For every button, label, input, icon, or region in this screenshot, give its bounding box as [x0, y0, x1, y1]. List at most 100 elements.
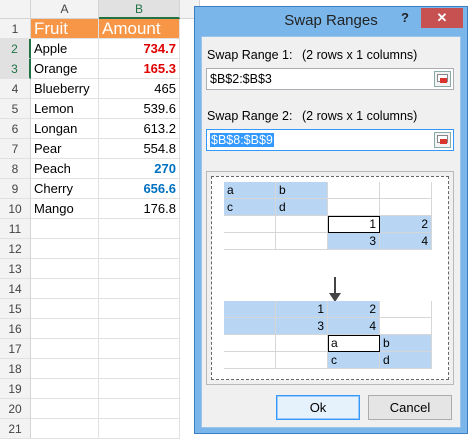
- fruit-cell[interactable]: Pear: [31, 139, 99, 159]
- row-header[interactable]: 16: [0, 319, 31, 339]
- row-header[interactable]: 7: [0, 139, 31, 159]
- amount-cell[interactable]: 554.8: [99, 139, 180, 159]
- column-header-a[interactable]: A: [31, 0, 99, 19]
- help-button[interactable]: ?: [401, 10, 409, 25]
- select-all-corner[interactable]: [0, 0, 31, 19]
- dialog-body: Swap Range 1: (2 rows x 1 columns) $B$2:…: [201, 36, 461, 428]
- fruit-cell[interactable]: Lemon: [31, 99, 99, 119]
- amount-cell[interactable]: 613.2: [99, 119, 180, 139]
- empty-cell[interactable]: [99, 379, 180, 399]
- range1-value: $B$2:$B$3: [210, 72, 272, 86]
- range2-label: Swap Range 2:: [207, 109, 293, 123]
- amount-cell[interactable]: 734.7: [99, 39, 180, 59]
- preview-cell: [224, 318, 276, 335]
- range2-info: (2 rows x 1 columns): [302, 109, 418, 123]
- row-header[interactable]: 4: [0, 79, 31, 99]
- range2-value: $B$8:$B$9: [210, 133, 274, 147]
- row-header[interactable]: 3: [0, 59, 31, 79]
- empty-cell[interactable]: [99, 359, 180, 379]
- range1-info: (2 rows x 1 columns): [302, 48, 418, 62]
- preview-cell: 1: [328, 216, 380, 233]
- preview-cell: [380, 301, 432, 318]
- empty-cell[interactable]: [31, 419, 99, 439]
- preview-cell: d: [276, 199, 328, 216]
- preview-cell: 3: [276, 318, 328, 335]
- row-header[interactable]: 21: [0, 419, 31, 439]
- ok-button[interactable]: Ok: [276, 395, 360, 420]
- row-header[interactable]: 19: [0, 379, 31, 399]
- amount-cell[interactable]: 270: [99, 159, 180, 179]
- amount-cell[interactable]: 539.6: [99, 99, 180, 119]
- empty-cell[interactable]: [99, 319, 180, 339]
- close-button[interactable]: ✕: [421, 8, 463, 28]
- swap-preview: abcd1234 1234abcd: [206, 171, 454, 385]
- amount-cell[interactable]: 465: [99, 79, 180, 99]
- empty-cell[interactable]: [99, 299, 180, 319]
- range1-select-icon[interactable]: [434, 71, 451, 87]
- amount-cell[interactable]: 656.6: [99, 179, 180, 199]
- column-header-b[interactable]: B: [99, 0, 180, 19]
- cell-a1[interactable]: Fruit: [31, 19, 99, 39]
- preview-cell: [276, 335, 328, 352]
- fruit-cell[interactable]: Blueberry: [31, 79, 99, 99]
- fruit-cell[interactable]: Cherry: [31, 179, 99, 199]
- cancel-button[interactable]: Cancel: [368, 395, 452, 420]
- range2-select-icon[interactable]: [434, 132, 451, 148]
- empty-cell[interactable]: [31, 219, 99, 239]
- row-header[interactable]: 20: [0, 399, 31, 419]
- empty-cell[interactable]: [31, 399, 99, 419]
- preview-cell: b: [380, 335, 432, 352]
- empty-cell[interactable]: [31, 279, 99, 299]
- row-header[interactable]: 14: [0, 279, 31, 299]
- fruit-cell[interactable]: Mango: [31, 199, 99, 219]
- row-header[interactable]: 12: [0, 239, 31, 259]
- preview-cell: 4: [328, 318, 380, 335]
- preview-cell: [224, 216, 276, 233]
- row-header[interactable]: 17: [0, 339, 31, 359]
- fruit-cell[interactable]: Apple: [31, 39, 99, 59]
- preview-frame: abcd1234 1234abcd: [211, 176, 449, 380]
- empty-cell[interactable]: [31, 339, 99, 359]
- row-header[interactable]: 2: [0, 39, 31, 59]
- empty-cell[interactable]: [31, 239, 99, 259]
- preview-cell: [328, 199, 380, 216]
- empty-cell[interactable]: [99, 419, 180, 439]
- empty-cell[interactable]: [31, 379, 99, 399]
- empty-cell[interactable]: [99, 399, 180, 419]
- fruit-cell[interactable]: Peach: [31, 159, 99, 179]
- preview-cell: [224, 233, 276, 250]
- empty-cell[interactable]: [99, 259, 180, 279]
- row-header[interactable]: 11: [0, 219, 31, 239]
- fruit-cell[interactable]: Longan: [31, 119, 99, 139]
- cell-b1[interactable]: Amount: [99, 19, 180, 39]
- preview-cell: 1: [276, 301, 328, 318]
- empty-cell[interactable]: [99, 239, 180, 259]
- empty-cell[interactable]: [31, 359, 99, 379]
- row-header[interactable]: 1: [0, 19, 31, 39]
- row-header[interactable]: 9: [0, 179, 31, 199]
- row-header[interactable]: 18: [0, 359, 31, 379]
- empty-cell[interactable]: [31, 299, 99, 319]
- amount-cell[interactable]: 176.8: [99, 199, 180, 219]
- amount-cell[interactable]: 165.3: [99, 59, 180, 79]
- range1-input[interactable]: $B$2:$B$3: [206, 68, 454, 90]
- row-header[interactable]: 8: [0, 159, 31, 179]
- range2-input[interactable]: $B$8:$B$9: [206, 129, 454, 151]
- preview-cell: [328, 182, 380, 199]
- row-header[interactable]: 13: [0, 259, 31, 279]
- row-header[interactable]: 5: [0, 99, 31, 119]
- preview-cell: [224, 335, 276, 352]
- row-header[interactable]: 15: [0, 299, 31, 319]
- empty-cell[interactable]: [99, 339, 180, 359]
- fruit-cell[interactable]: Orange: [31, 59, 99, 79]
- empty-cell[interactable]: [31, 319, 99, 339]
- title-bar[interactable]: Swap Ranges ? ✕: [195, 7, 467, 35]
- empty-cell[interactable]: [99, 219, 180, 239]
- empty-cell[interactable]: [99, 279, 180, 299]
- preview-cell: [380, 318, 432, 335]
- row-header[interactable]: 10: [0, 199, 31, 219]
- preview-cell: 4: [380, 233, 432, 250]
- preview-cell: [276, 352, 328, 369]
- empty-cell[interactable]: [31, 259, 99, 279]
- row-header[interactable]: 6: [0, 119, 31, 139]
